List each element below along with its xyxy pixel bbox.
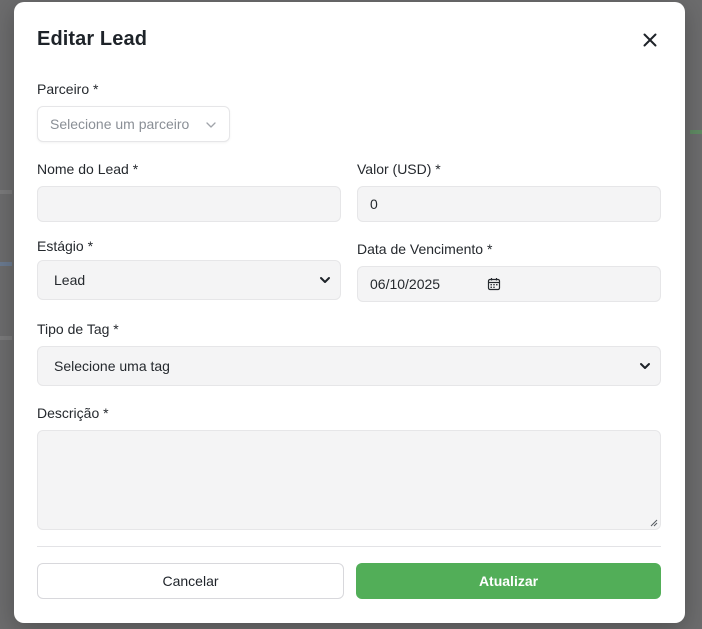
edit-lead-dialog: Editar Lead Parceiro * Selecione um parc… (14, 2, 685, 623)
dialog-title: Editar Lead (37, 28, 148, 50)
cancel-button[interactable]: Cancelar (37, 563, 344, 599)
description-label: Descrição * (37, 405, 109, 421)
stage-select[interactable]: Lead (37, 260, 341, 300)
stage-selected-value: Lead (54, 272, 86, 288)
value-usd-label: Valor (USD) * (357, 161, 441, 177)
backdrop-decoration (0, 262, 12, 266)
lead-name-input[interactable] (37, 186, 341, 222)
partner-select[interactable]: Selecione um parceiro (37, 106, 230, 142)
footer-divider (37, 546, 661, 547)
update-button[interactable]: Atualizar (356, 563, 661, 599)
description-textarea[interactable] (37, 430, 661, 530)
close-button[interactable] (640, 30, 660, 50)
chevron-down-icon (640, 363, 650, 369)
lead-name-label: Nome do Lead * (37, 161, 139, 177)
backdrop-decoration (0, 336, 12, 340)
close-icon (643, 33, 657, 47)
backdrop-decoration (690, 130, 702, 134)
tag-type-select[interactable]: Selecione uma tag (37, 346, 661, 386)
resize-handle-icon[interactable] (649, 518, 658, 527)
value-usd-input[interactable]: 0 (357, 186, 661, 222)
backdrop-decoration (0, 190, 12, 194)
partner-label: Parceiro * (37, 81, 99, 97)
chevron-down-icon (206, 122, 216, 128)
due-date-label: Data de Vencimento * (357, 241, 493, 257)
chevron-down-icon (320, 277, 330, 283)
due-date-input[interactable]: 06/10/2025 (357, 266, 661, 302)
tag-type-selected-value: Selecione uma tag (54, 358, 170, 374)
partner-placeholder: Selecione um parceiro (50, 116, 190, 132)
value-usd-value: 0 (370, 196, 378, 212)
stage-label: Estágio * (37, 238, 94, 254)
calendar-icon[interactable] (487, 277, 501, 291)
tag-type-label: Tipo de Tag * (37, 321, 119, 337)
due-date-value: 06/10/2025 (370, 276, 441, 292)
